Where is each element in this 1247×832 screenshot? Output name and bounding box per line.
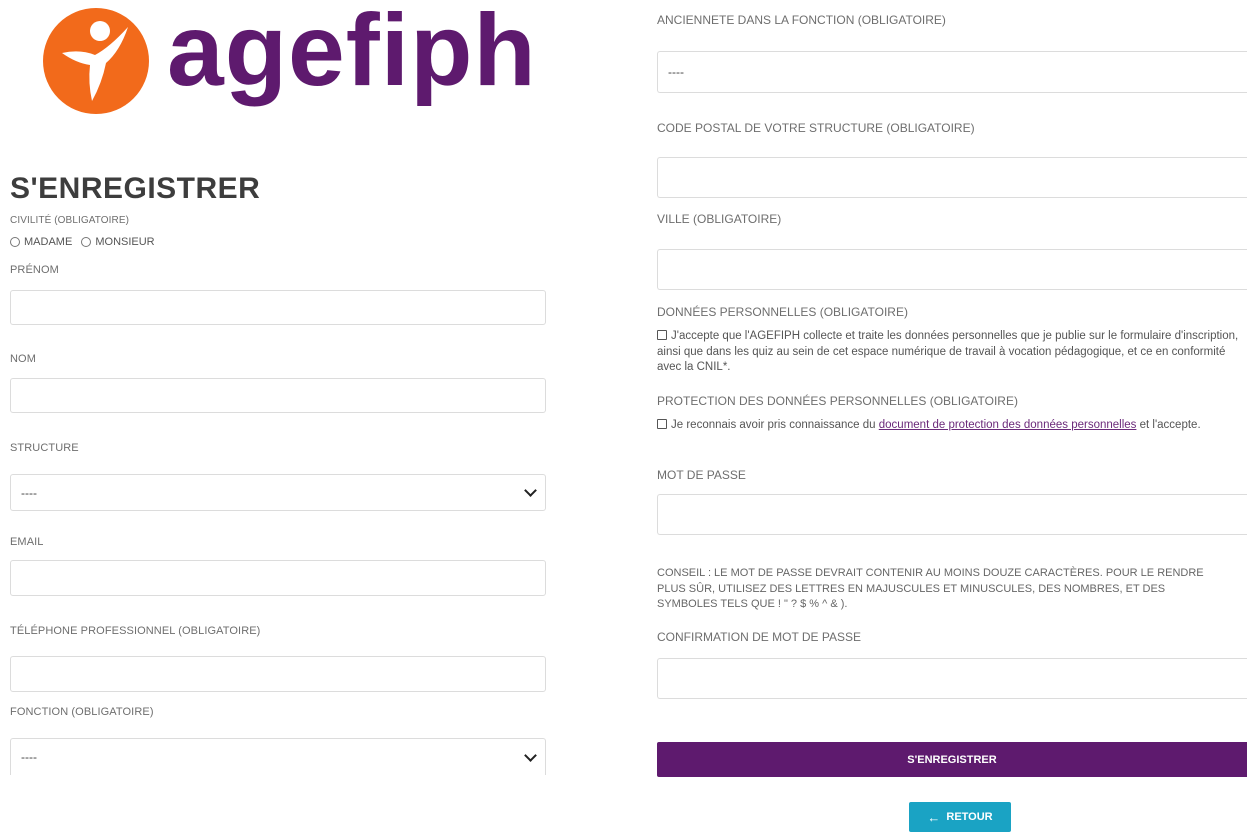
civilite-radio-group: MADAME MONSIEUR [10,236,155,248]
page-title: S'ENREGISTRER [10,172,261,205]
chevron-down-icon [524,484,537,497]
structure-select[interactable]: ---- [10,474,546,511]
confirm-password-input[interactable] [657,658,1247,699]
radio-monsieur[interactable]: MONSIEUR [81,236,155,248]
donnees-consent: J'accepte que l'AGEFIPH collecte et trai… [657,329,1247,376]
donnees-checkbox[interactable] [657,330,667,340]
donnees-text: J'accepte que l'AGEFIPH collecte et trai… [657,330,1239,373]
protection-checkbox[interactable] [657,419,667,429]
password-input[interactable] [657,494,1247,535]
protection-consent: Je reconnais avoir pris connaissance du … [657,418,1237,434]
confirm-password-label: CONFIRMATION DE MOT DE PASSE [657,630,862,644]
brand-name: agefiph [167,0,537,107]
donnees-label: DONNÉES PERSONNELLES (OBLIGATOIRE) [657,305,908,319]
back-button[interactable]: ← RETOUR [909,802,1011,832]
ville-input[interactable] [657,249,1247,290]
email-label: EMAIL [10,536,44,548]
code-postal-label: CODE POSTAL DE VOTRE STRUCTURE (OBLIGATO… [657,121,975,135]
anciennete-label: ANCIENNETE DANS LA FONCTION (OBLIGATOIRE… [657,13,946,27]
protection-text-before: Je reconnais avoir pris connaissance du [671,419,876,431]
fonction-select[interactable]: ---- [10,738,546,775]
arrow-left-icon: ← [927,809,941,825]
ville-label: VILLE (OBLIGATOIRE) [657,212,782,226]
fonction-label: FONCTION (OBLIGATOIRE) [10,706,154,718]
telephone-input[interactable] [10,656,546,692]
nom-label: NOM [10,353,36,365]
protection-text-after: et l'accepte. [1139,419,1201,431]
radio-madame[interactable]: MADAME [10,236,72,248]
radio-circle-icon[interactable] [81,237,92,248]
prenom-label: PRÉNOM [10,264,59,276]
structure-label: STRUCTURE [10,442,79,454]
nom-input[interactable] [10,378,546,413]
protection-document-link[interactable]: document de protection des données perso… [879,419,1137,431]
submit-register-button[interactable]: S'ENREGISTRER [657,742,1247,777]
radio-circle-icon[interactable] [10,237,20,248]
prenom-input[interactable] [10,290,546,325]
code-postal-input[interactable] [657,157,1247,198]
agefiph-logo: agefiph [40,0,536,115]
anciennete-select[interactable]: ---- [657,51,1247,93]
password-label: MOT DE PASSE [657,468,746,482]
civilite-label: CIVILITÉ (OBLIGATOIRE) [10,215,130,226]
email-input[interactable] [10,560,546,596]
chevron-down-icon [524,748,537,762]
protection-label: PROTECTION DES DONNÉES PERSONNELLES (OBL… [657,394,1018,408]
agefiph-logo-icon [43,8,149,114]
telephone-label: TÉLÉPHONE PROFESSIONNEL (OBLIGATOIRE) [10,625,261,637]
password-hint: CONSEIL : LE MOT DE PASSE DEVRAIT CONTEN… [657,567,1204,610]
